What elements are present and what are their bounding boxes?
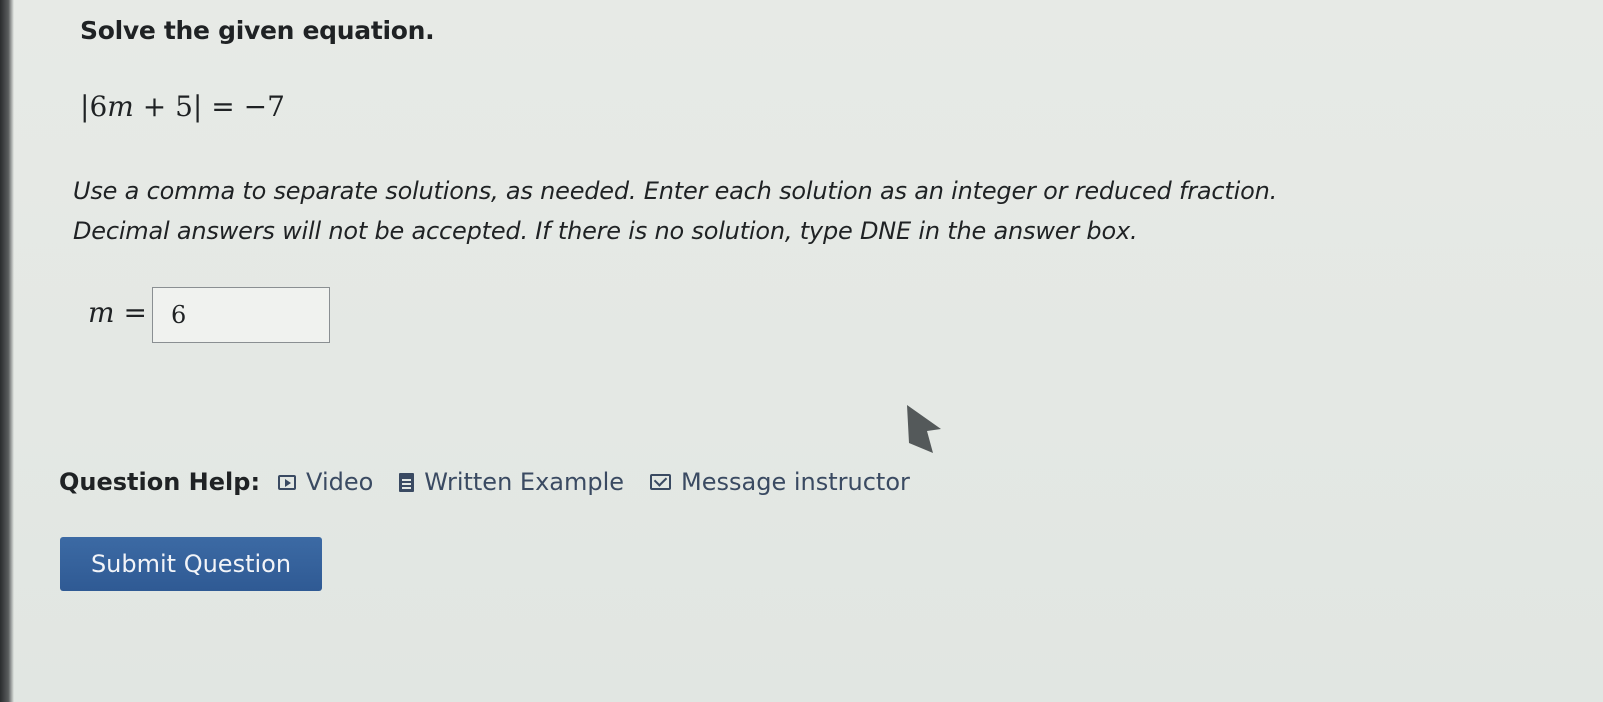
equation: |6m + 5| = −7 [80, 90, 285, 123]
video-link-label: Video [306, 468, 374, 496]
abs-bar-close: | [192, 90, 203, 123]
answer-equals: = [114, 296, 147, 329]
answer-label: m = [88, 296, 147, 329]
video-icon [278, 474, 297, 490]
document-icon [399, 472, 415, 492]
mouse-cursor-icon [907, 405, 941, 453]
written-example-link-label: Written Example [424, 468, 625, 496]
answer-instructions: Use a comma to separate solutions, as ne… [73, 171, 1503, 251]
equation-coefficient: 6 [89, 90, 108, 123]
question-help-row: Question Help: Video Written Example Mes… [59, 468, 936, 496]
equation-rhs: = −7 [202, 90, 285, 123]
instruction-line-2: Decimal answers will not be accepted. If… [73, 217, 1138, 245]
question-help-label: Question Help: [59, 468, 261, 496]
answer-input[interactable] [152, 287, 330, 343]
answer-variable: m [88, 296, 115, 329]
submit-question-button[interactable]: Submit Question [60, 537, 322, 591]
equation-variable: m [107, 90, 134, 123]
instruction-line-1: Use a comma to separate solutions, as ne… [73, 177, 1278, 205]
video-link[interactable]: Video [278, 468, 373, 496]
message-instructor-link-label: Message instructor [681, 468, 910, 496]
message-instructor-link[interactable]: Message instructor [650, 468, 910, 496]
screen-bezel-edge [0, 0, 14, 702]
equation-constant: + 5 [133, 90, 193, 123]
mail-icon [650, 474, 672, 490]
written-example-link[interactable]: Written Example [399, 468, 624, 496]
question-prompt: Solve the given equation. [80, 16, 435, 45]
